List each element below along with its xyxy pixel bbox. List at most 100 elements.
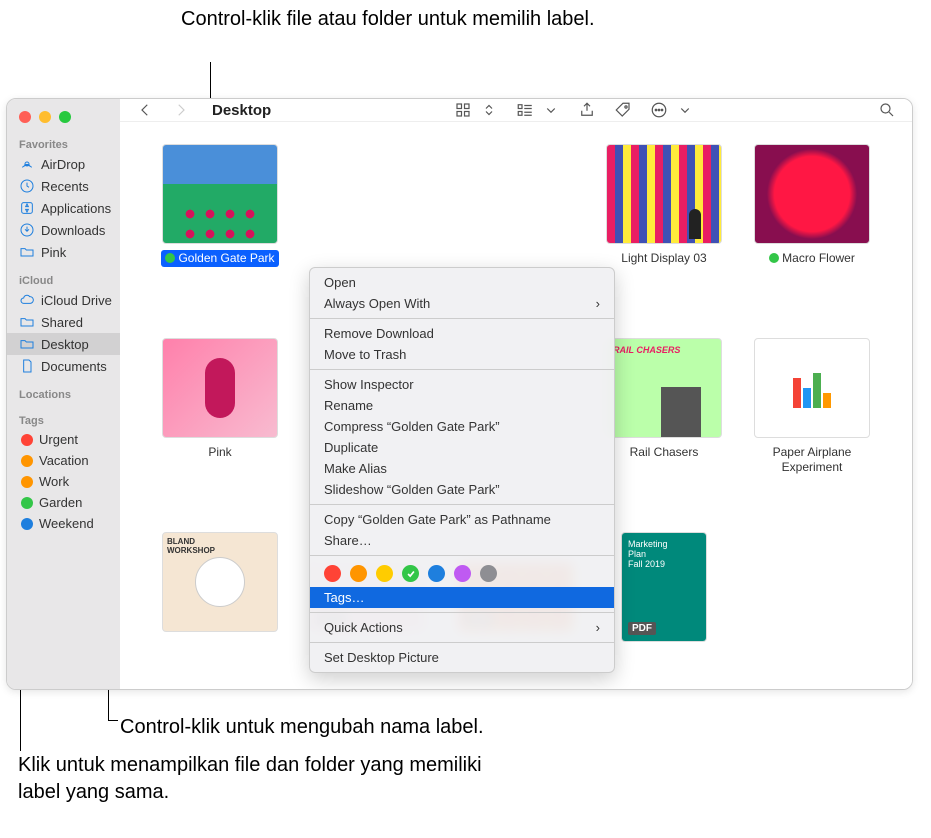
tag-dot-green	[21, 497, 33, 509]
menu-item-compress[interactable]: Compress “Golden Gate Park”	[310, 416, 614, 437]
close-button[interactable]	[19, 111, 31, 123]
chevron-down-icon[interactable]	[674, 99, 696, 121]
tag-color-green[interactable]	[402, 565, 419, 582]
file-thumbnail	[754, 338, 870, 438]
sidebar-tag-weekend[interactable]: Weekend	[7, 513, 120, 534]
file-name: Rail Chasers	[626, 444, 703, 461]
file-thumbnail	[162, 144, 278, 244]
more-button[interactable]	[648, 99, 670, 121]
sidebar-item-desktop[interactable]: Desktop	[7, 333, 120, 355]
sidebar-item-label: Work	[39, 474, 69, 489]
main-area: Desktop Golden Gate Park	[120, 99, 912, 689]
file-item[interactable]: RAIL CHASERS Rail Chasers	[594, 338, 734, 461]
toolbar: Desktop	[120, 99, 912, 122]
file-thumbnail: BLANDWORKSHOP	[162, 532, 278, 632]
menu-item-copy-pathname[interactable]: Copy “Golden Gate Park” as Pathname	[310, 509, 614, 530]
callout-line-mid-h	[108, 720, 118, 721]
file-item[interactable]: Golden Gate Park	[150, 144, 290, 267]
file-item[interactable]: Pink	[150, 338, 290, 461]
file-item[interactable]: Macro Flower	[742, 144, 882, 267]
menu-item-open[interactable]: Open	[310, 272, 614, 293]
menu-item-move-to-trash[interactable]: Move to Trash	[310, 344, 614, 365]
tag-color-gray[interactable]	[480, 565, 497, 582]
menu-item-duplicate[interactable]: Duplicate	[310, 437, 614, 458]
file-thumbnail: RAIL CHASERS	[606, 338, 722, 438]
cloud-icon	[19, 292, 35, 308]
sidebar-item-label: AirDrop	[41, 157, 85, 172]
tag-dot-green	[769, 253, 779, 263]
sidebar-tag-garden[interactable]: Garden	[7, 492, 120, 513]
sidebar-item-shared[interactable]: Shared	[7, 311, 120, 333]
zoom-button[interactable]	[59, 111, 71, 123]
forward-button[interactable]	[170, 99, 192, 121]
sidebar-tag-work[interactable]: Work	[7, 471, 120, 492]
sidebar-heading-favorites: Favorites	[7, 135, 120, 153]
context-menu: Open Always Open With› Remove Download M…	[309, 267, 615, 673]
menu-item-rename[interactable]: Rename	[310, 395, 614, 416]
sidebar-item-label: Vacation	[39, 453, 89, 468]
minimize-button[interactable]	[39, 111, 51, 123]
sidebar-tag-urgent[interactable]: Urgent	[7, 429, 120, 450]
tag-dot-red	[21, 434, 33, 446]
tag-color-yellow[interactable]	[376, 565, 393, 582]
menu-item-tags[interactable]: Tags…	[310, 587, 614, 608]
folder-icon	[19, 244, 35, 260]
file-thumbnail	[754, 144, 870, 244]
doc-icon	[19, 358, 35, 374]
airdrop-icon	[19, 156, 35, 172]
menu-item-set-desktop-picture[interactable]: Set Desktop Picture	[310, 647, 614, 668]
folder-icon	[19, 314, 35, 330]
menu-item-quick-actions[interactable]: Quick Actions›	[310, 617, 614, 638]
sidebar-item-pink[interactable]: Pink	[7, 241, 120, 263]
tag-color-orange[interactable]	[350, 565, 367, 582]
tag-color-red[interactable]	[324, 565, 341, 582]
tag-color-purple[interactable]	[454, 565, 471, 582]
sidebar-item-label: Shared	[41, 315, 83, 330]
share-button[interactable]	[576, 99, 598, 121]
callout-top: Control-klik file atau folder untuk memi…	[181, 6, 601, 33]
menu-item-share[interactable]: Share…	[310, 530, 614, 551]
chevron-right-icon: ›	[596, 296, 600, 311]
sidebar-heading-tags: Tags	[7, 411, 120, 429]
sidebar-item-airdrop[interactable]: AirDrop	[7, 153, 120, 175]
file-item[interactable]: MarketingPlanFall 2019 PDF	[594, 532, 734, 642]
folder-icon	[19, 336, 35, 352]
chevron-down-icon[interactable]	[540, 99, 562, 121]
sidebar-tag-vacation[interactable]: Vacation	[7, 450, 120, 471]
group-button[interactable]	[514, 99, 536, 121]
tag-button[interactable]	[612, 99, 634, 121]
tag-dot-orange	[21, 476, 33, 488]
sidebar-item-documents[interactable]: Documents	[7, 355, 120, 377]
clock-icon	[19, 178, 35, 194]
file-name: Macro Flower	[765, 250, 859, 267]
search-button[interactable]	[876, 99, 898, 121]
file-item[interactable]: Light Display 03	[594, 144, 734, 267]
file-item[interactable]: Paper Airplane Experiment	[742, 338, 882, 476]
chevron-updown-icon[interactable]	[478, 99, 500, 121]
tag-color-blue[interactable]	[428, 565, 445, 582]
sidebar-item-label: iCloud Drive	[41, 293, 112, 308]
menu-item-always-open-with[interactable]: Always Open With›	[310, 293, 614, 314]
file-name: Golden Gate Park	[161, 250, 278, 267]
menu-item-remove-download[interactable]: Remove Download	[310, 323, 614, 344]
app-icon	[19, 200, 35, 216]
sidebar-item-downloads[interactable]: Downloads	[7, 219, 120, 241]
sidebar-item-recents[interactable]: Recents	[7, 175, 120, 197]
file-name: Pink	[204, 444, 235, 461]
sidebar-item-label: Applications	[41, 201, 111, 216]
sidebar-item-icloud-drive[interactable]: iCloud Drive	[7, 289, 120, 311]
sidebar-item-label: Documents	[41, 359, 107, 374]
menu-item-show-inspector[interactable]: Show Inspector	[310, 374, 614, 395]
file-thumbnail	[606, 144, 722, 244]
menu-item-make-alias[interactable]: Make Alias	[310, 458, 614, 479]
view-button[interactable]	[452, 99, 474, 121]
back-button[interactable]	[134, 99, 156, 121]
menu-separator	[310, 642, 614, 643]
file-item[interactable]: BLANDWORKSHOP Bland Workshop	[150, 532, 290, 655]
sidebar-item-label: Desktop	[41, 337, 89, 352]
menu-item-slideshow[interactable]: Slideshow “Golden Gate Park”	[310, 479, 614, 500]
page-title: Desktop	[212, 102, 271, 119]
menu-separator	[310, 369, 614, 370]
sidebar-item-applications[interactable]: Applications	[7, 197, 120, 219]
menu-separator	[310, 318, 614, 319]
